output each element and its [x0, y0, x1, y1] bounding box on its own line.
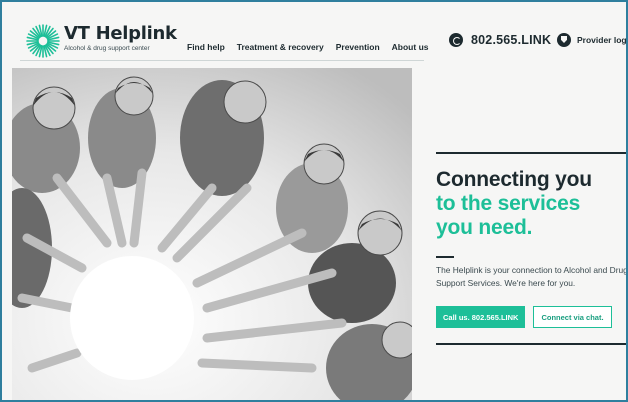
site-header: VT Helplink Alcohol & drug support cente…: [2, 2, 627, 74]
nav-find-help[interactable]: Find help: [187, 42, 225, 52]
brand-name: VT Helplink: [64, 23, 177, 44]
brand-tagline: Alcohol & drug support center: [64, 45, 150, 52]
hero-short-rule: [436, 256, 454, 258]
people-circle-image: [12, 68, 412, 400]
provider-login-link[interactable]: Provider login: [557, 33, 627, 47]
hero-headline: Connecting you: [436, 168, 592, 191]
call-us-button[interactable]: Call us. 802.565.LINK: [436, 306, 526, 328]
nav-about-us[interactable]: About us: [392, 42, 429, 52]
hero-panel: Connecting you to the services you need.…: [436, 152, 626, 345]
hero-photo: [12, 68, 412, 400]
provider-login-label: Provider login: [577, 35, 627, 45]
hero-headline-accent: to the services you need.: [436, 192, 581, 239]
phone-icon: [449, 33, 463, 47]
hero-bottom-rule: [436, 343, 626, 345]
main-nav: Find help Treatment & recovery Preventio…: [187, 42, 428, 52]
header-phone-link[interactable]: 802.565.LINK: [449, 33, 551, 47]
hero-actions: Call us. 802.565.LINK Connect via chat.: [436, 306, 626, 328]
nav-treatment-recovery[interactable]: Treatment & recovery: [237, 42, 324, 52]
helplink-logo-icon[interactable]: [26, 24, 60, 58]
browser-frame: VT Helplink Alcohol & drug support cente…: [0, 0, 628, 402]
header-divider: [20, 60, 424, 61]
brand[interactable]: VT Helplink Alcohol & drug support cente…: [64, 23, 177, 53]
hero-top-rule: [436, 152, 626, 154]
nav-prevention[interactable]: Prevention: [336, 42, 380, 52]
shield-icon: [557, 33, 571, 47]
header-phone-number: 802.565.LINK: [471, 33, 552, 47]
connect-chat-button[interactable]: Connect via chat.: [533, 306, 612, 328]
hero-description: The Helplink is your connection to Alcoh…: [436, 265, 628, 288]
